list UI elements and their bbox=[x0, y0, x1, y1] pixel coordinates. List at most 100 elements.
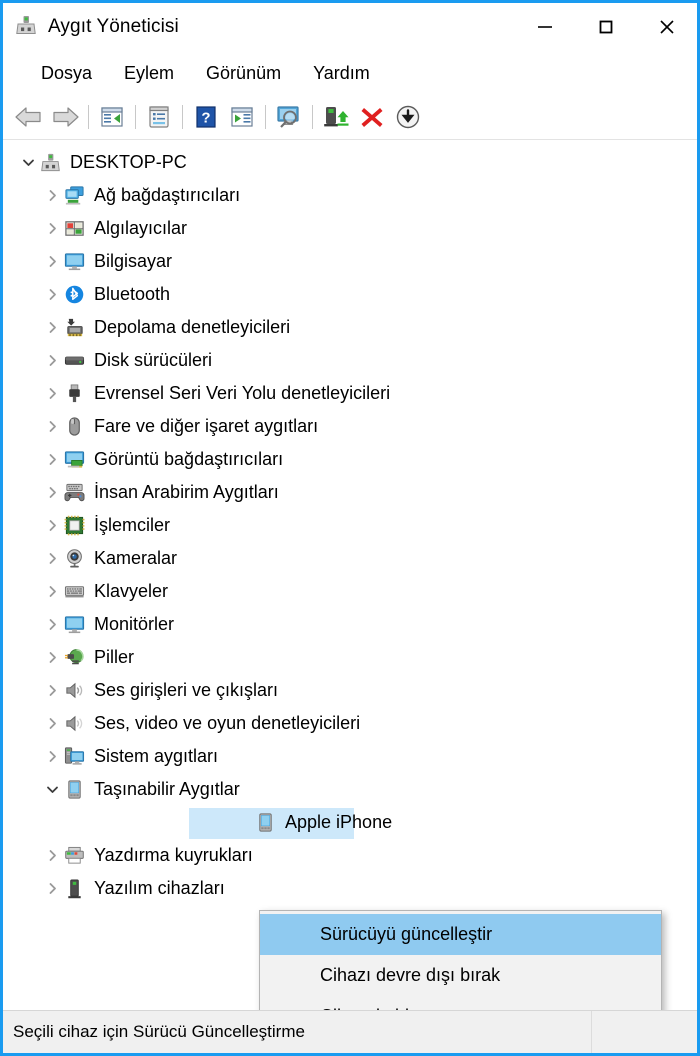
chevron-right-icon[interactable] bbox=[41, 651, 63, 664]
chevron-right-icon[interactable] bbox=[41, 189, 63, 202]
tree-item-label: Taşınabilir Aygıtlar bbox=[94, 779, 240, 799]
toolbar-separator bbox=[182, 105, 183, 129]
tree-item-computer[interactable]: Bilgisayar bbox=[3, 245, 697, 278]
network-adapters-icon bbox=[63, 185, 85, 207]
system-devices-icon bbox=[63, 746, 85, 768]
help-icon[interactable]: ? bbox=[188, 99, 224, 135]
menu-gorunum[interactable]: Görünüm bbox=[190, 59, 297, 88]
tree-item-bluetooth[interactable]: Bluetooth bbox=[3, 278, 697, 311]
context-menu-item-disable-device[interactable]: Cihazı devre dışı bırak bbox=[260, 955, 661, 996]
tree-item-audio-inputs-outputs[interactable]: Ses girişleri ve çıkışları bbox=[3, 674, 697, 707]
properties-icon[interactable] bbox=[141, 99, 177, 135]
disable-device-icon[interactable] bbox=[390, 99, 426, 135]
tree-item-label: Monitörler bbox=[94, 614, 175, 634]
tree-root-label: DESKTOP-PC bbox=[70, 152, 187, 172]
chevron-right-icon[interactable] bbox=[41, 354, 63, 367]
title-bar: Aygıt Yöneticisi bbox=[3, 3, 697, 51]
tree-item-label: Piller bbox=[94, 647, 135, 667]
tree-item-cameras[interactable]: Kameralar bbox=[3, 542, 697, 575]
title-bar-left: Aygıt Yöneticisi bbox=[3, 14, 179, 41]
sensors-icon bbox=[63, 218, 85, 240]
tree-item-human-interface-devices[interactable]: İnsan Arabirim Aygıtları bbox=[3, 476, 697, 509]
update-driver-icon[interactable] bbox=[318, 99, 354, 135]
chevron-right-icon[interactable] bbox=[41, 321, 63, 334]
chevron-right-icon[interactable] bbox=[41, 519, 63, 532]
tree-item-system-devices[interactable]: Sistem aygıtları bbox=[3, 740, 697, 773]
computer-icon bbox=[63, 251, 85, 273]
chevron-right-icon[interactable] bbox=[41, 684, 63, 697]
tree-item-sound-video-game-controllers[interactable]: Ses, video ve oyun denetleyicileri bbox=[3, 707, 697, 740]
tree-item-label: Apple iPhone bbox=[285, 812, 393, 832]
maximize-button[interactable] bbox=[575, 3, 636, 51]
chevron-right-icon[interactable] bbox=[41, 420, 63, 433]
tree-item-display-adapters[interactable]: Görüntü bağdaştırıcıları bbox=[3, 443, 697, 476]
chevron-right-icon[interactable] bbox=[41, 882, 63, 895]
chevron-right-icon[interactable] bbox=[41, 222, 63, 235]
context-menu[interactable]: Sürücüyü güncelleştir Cihazı devre dışı … bbox=[259, 910, 662, 1010]
toolbar: ? bbox=[3, 95, 697, 140]
back-arrow-icon[interactable] bbox=[11, 99, 47, 135]
chevron-right-icon[interactable] bbox=[41, 750, 63, 763]
software-devices-icon bbox=[63, 878, 85, 900]
svg-text:?: ? bbox=[201, 110, 210, 127]
tree-item-disk-drives[interactable]: Disk sürücüleri bbox=[3, 344, 697, 377]
tree-item-mice-pointing-devices[interactable]: Fare ve diğer işaret aygıtları bbox=[3, 410, 697, 443]
chevron-right-icon[interactable] bbox=[41, 486, 63, 499]
show-action-pane-icon[interactable] bbox=[224, 99, 260, 135]
tree-item-processors[interactable]: İşlemciler bbox=[3, 509, 697, 542]
menu-dosya[interactable]: Dosya bbox=[25, 59, 108, 88]
tree-item-label: Kameralar bbox=[94, 548, 178, 568]
tree-item-apple-iphone[interactable]: Apple iPhone bbox=[3, 806, 697, 839]
chevron-down-icon[interactable] bbox=[41, 783, 63, 796]
tree-item-label: Bilgisayar bbox=[94, 251, 173, 271]
chevron-right-icon[interactable] bbox=[41, 717, 63, 730]
close-button[interactable] bbox=[636, 3, 697, 51]
tree-item-label: Klavyeler bbox=[94, 581, 169, 601]
tree-item-label: Depolama denetleyicileri bbox=[94, 317, 291, 337]
status-bar-text: Seçili cihaz için Sürücü Güncelleştirme bbox=[3, 1011, 592, 1053]
audio-inputs-outputs-icon bbox=[63, 680, 85, 702]
context-menu-item-uninstall-device[interactable]: Cihazı kaldır bbox=[260, 996, 661, 1010]
menu-yardim[interactable]: Yardım bbox=[297, 59, 386, 88]
tree-item-network-adapters[interactable]: Ağ bağdaştırıcıları bbox=[3, 179, 697, 212]
tree-item-portable-devices[interactable]: Taşınabilir Aygıtlar bbox=[3, 773, 697, 806]
tree-item-label: Sistem aygıtları bbox=[94, 746, 219, 766]
chevron-right-icon[interactable] bbox=[41, 585, 63, 598]
chevron-right-icon[interactable] bbox=[41, 849, 63, 862]
minimize-button[interactable] bbox=[514, 3, 575, 51]
chevron-right-icon[interactable] bbox=[41, 288, 63, 301]
tree-item-storage-controllers[interactable]: Depolama denetleyicileri bbox=[3, 311, 697, 344]
device-tree[interactable]: DESKTOP-PC Ağ bağdaştırıcıları Algılayıc… bbox=[3, 140, 697, 1010]
tree-item-monitors[interactable]: Monitörler bbox=[3, 608, 697, 641]
tree-item-keyboards[interactable]: Klavyeler bbox=[3, 575, 697, 608]
context-menu-item-update-driver[interactable]: Sürücüyü güncelleştir bbox=[260, 914, 661, 955]
tree-item-software-devices[interactable]: Yazılım cihazları bbox=[3, 872, 697, 905]
show-hide-console-tree-icon[interactable] bbox=[94, 99, 130, 135]
uninstall-device-icon[interactable] bbox=[354, 99, 390, 135]
chevron-right-icon[interactable] bbox=[41, 552, 63, 565]
chevron-right-icon[interactable] bbox=[41, 387, 63, 400]
tree-item-batteries[interactable]: Piller bbox=[3, 641, 697, 674]
portable-device-icon bbox=[254, 812, 276, 834]
scan-for-hardware-changes-icon[interactable] bbox=[271, 99, 307, 135]
menu-bar: Dosya Eylem Görünüm Yardım bbox=[3, 51, 697, 95]
computer-device-icon bbox=[39, 152, 61, 174]
display-adapters-icon bbox=[63, 449, 85, 471]
chevron-right-icon[interactable] bbox=[41, 255, 63, 268]
tree-item-usb-controllers[interactable]: Evrensel Seri Veri Yolu denetleyicileri bbox=[3, 377, 697, 410]
tree-item-label: Ses, video ve oyun denetleyicileri bbox=[94, 713, 361, 733]
status-bar: Seçili cihaz için Sürücü Güncelleştirme bbox=[3, 1010, 697, 1053]
tree-root-desktop-pc[interactable]: DESKTOP-PC bbox=[3, 146, 697, 179]
usb-controllers-icon bbox=[63, 383, 85, 405]
tree-item-sensors[interactable]: Algılayıcılar bbox=[3, 212, 697, 245]
menu-eylem[interactable]: Eylem bbox=[108, 59, 190, 88]
chevron-right-icon[interactable] bbox=[41, 453, 63, 466]
tree-item-print-queues[interactable]: Yazdırma kuyrukları bbox=[3, 839, 697, 872]
chevron-right-icon[interactable] bbox=[41, 618, 63, 631]
sound-video-game-controllers-icon bbox=[63, 713, 85, 735]
forward-arrow-icon[interactable] bbox=[47, 99, 83, 135]
status-bar-pane-2 bbox=[592, 1011, 700, 1053]
chevron-down-icon[interactable] bbox=[17, 156, 39, 169]
tree-item-label: Görüntü bağdaştırıcıları bbox=[94, 449, 284, 469]
toolbar-separator bbox=[312, 105, 313, 129]
